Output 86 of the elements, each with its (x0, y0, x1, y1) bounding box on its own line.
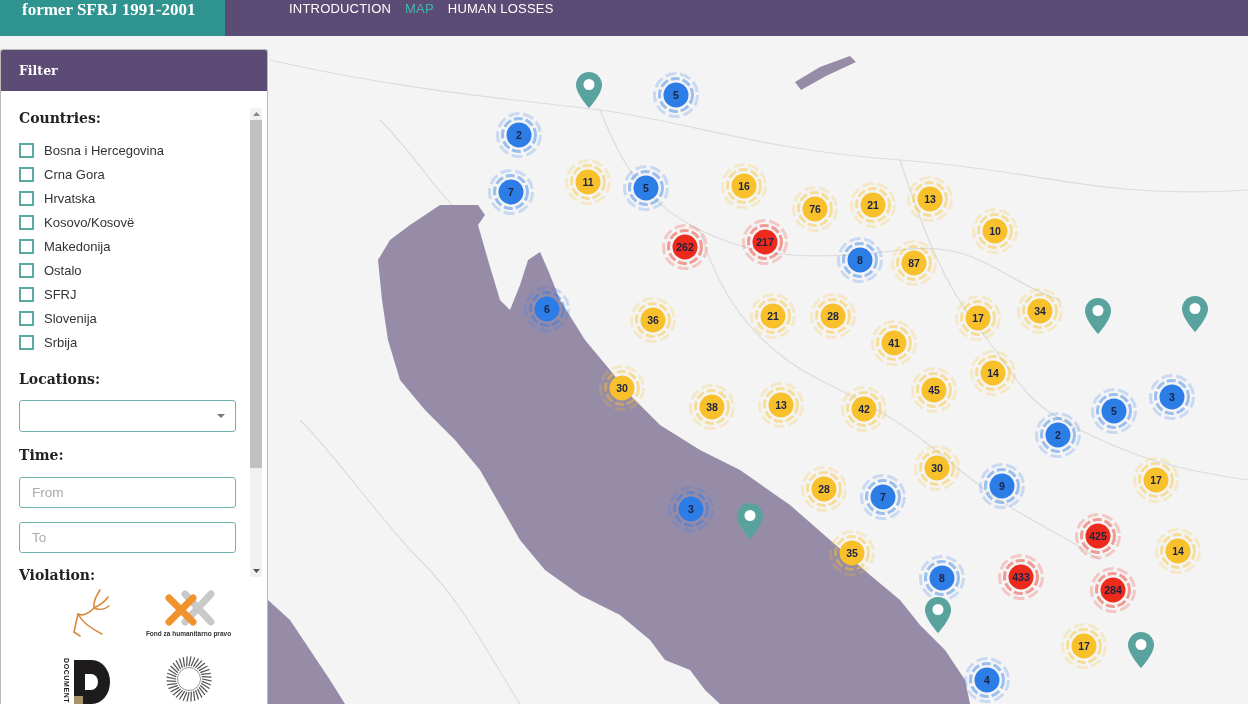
cluster-marker[interactable]: 5 (1090, 387, 1138, 435)
checkbox-label[interactable]: Srbija (44, 334, 78, 350)
lake-area (795, 56, 856, 90)
cluster-marker[interactable]: 42 (840, 385, 888, 433)
checkbox-label[interactable]: Hrvatska (44, 190, 96, 206)
cluster-marker[interactable]: 16 (720, 162, 768, 210)
cluster-marker[interactable]: 21 (849, 181, 897, 229)
checkbox-label[interactable]: Kosovo/Kosovë (44, 214, 135, 230)
checkbox-label[interactable]: Slovenija (44, 310, 97, 326)
cluster-marker[interactable]: 36 (629, 296, 677, 344)
location-pin-icon[interactable] (1182, 296, 1208, 332)
cluster-marker[interactable]: 2 (495, 111, 543, 159)
cluster-marker[interactable]: 262 (661, 223, 709, 271)
cluster-marker[interactable]: 28 (800, 465, 848, 513)
location-pin-icon[interactable] (925, 597, 951, 633)
checkbox-label[interactable]: Bosna i Hercegovina (44, 142, 164, 158)
date-to-field[interactable]: To (19, 522, 236, 553)
cluster-marker[interactable]: 4 (963, 656, 1011, 704)
cluster-marker[interactable]: 9 (978, 462, 1026, 510)
cluster-marker[interactable]: 13 (906, 175, 954, 223)
cluster-marker[interactable]: 14 (969, 349, 1017, 397)
cluster-marker[interactable]: 21 (749, 292, 797, 340)
location-pin-icon[interactable] (1128, 632, 1154, 668)
cluster-marker[interactable]: 6 (523, 285, 571, 333)
cluster-marker[interactable]: 8 (918, 554, 966, 602)
cluster-marker[interactable]: 217 (741, 218, 789, 266)
section-heading: Countries: (19, 109, 102, 128)
checkbox[interactable] (19, 166, 34, 182)
cluster-marker[interactable]: 45 (910, 366, 958, 414)
scroll-up-icon[interactable] (252, 112, 260, 116)
cluster-marker[interactable]: 10 (971, 207, 1019, 255)
nav-tab[interactable]: HUMAN LOSSES (447, 1, 554, 17)
location-select[interactable] (19, 400, 236, 432)
sunburst-logo-icon (165, 656, 212, 702)
location-pin-icon[interactable] (737, 503, 763, 539)
cluster-marker[interactable]: 14 (1154, 527, 1202, 575)
cluster-marker[interactable]: 17 (1060, 622, 1108, 670)
cluster-marker[interactable]: 30 (913, 444, 961, 492)
cluster-marker[interactable]: 17 (1132, 456, 1180, 504)
cluster-marker[interactable]: 5 (652, 71, 700, 119)
checkbox[interactable] (19, 286, 34, 302)
scroll-down-icon[interactable] (252, 569, 260, 573)
cluster-marker[interactable]: 3 (667, 485, 715, 533)
cluster-marker[interactable]: 76 (791, 185, 839, 233)
cluster-marker[interactable]: 433 (997, 553, 1045, 601)
section-heading: Locations: (19, 370, 102, 389)
section-heading: Violation: (19, 566, 97, 585)
section-heading: Time: (19, 446, 65, 465)
checkbox[interactable] (19, 190, 34, 206)
cluster-marker[interactable]: 38 (688, 383, 736, 431)
date-from-field[interactable]: From (19, 477, 236, 508)
cluster-marker[interactable]: 425 (1074, 512, 1122, 560)
caret-icon (217, 414, 225, 418)
checkbox-label[interactable]: Makedonija (44, 238, 111, 254)
checkbox[interactable] (19, 334, 34, 350)
cluster-marker[interactable]: 17 (954, 294, 1002, 342)
location-pin-icon[interactable] (1085, 298, 1111, 334)
cluster-marker[interactable]: 3 (1148, 373, 1196, 421)
cluster-marker[interactable]: 5 (622, 164, 670, 212)
checkbox[interactable] (19, 238, 34, 254)
cluster-marker[interactable]: 30 (598, 364, 646, 412)
cluster-marker[interactable]: 34 (1016, 287, 1064, 335)
cluster-marker[interactable]: 284 (1089, 566, 1137, 614)
cluster-marker[interactable]: 7 (859, 473, 907, 521)
checkbox[interactable] (19, 310, 34, 326)
cluster-marker[interactable]: 35 (828, 529, 876, 577)
checkbox-label[interactable]: Crna Gora (44, 166, 105, 182)
cluster-marker[interactable]: 8 (836, 236, 884, 284)
cluster-marker[interactable]: 28 (809, 292, 857, 340)
cluster-marker[interactable]: 13 (757, 381, 805, 429)
checkbox-label[interactable]: Ostalo (44, 262, 82, 278)
cluster-marker[interactable]: 41 (870, 319, 918, 367)
checkbox[interactable] (19, 262, 34, 278)
site-title[interactable]: former SFRJ 1991-2001 (0, 0, 225, 36)
nav-tab[interactable]: INTRODUCTION (289, 1, 392, 17)
panel-header: Filter (1, 50, 267, 91)
checkbox[interactable] (19, 214, 34, 230)
scrollbar[interactable] (250, 108, 262, 577)
checkbox-label[interactable]: SFRJ (44, 286, 77, 302)
cluster-marker[interactable]: 87 (890, 239, 938, 287)
checkbox[interactable] (19, 142, 34, 158)
cluster-marker[interactable]: 11 (564, 158, 612, 206)
cluster-marker[interactable]: 7 (487, 168, 535, 216)
scrollbar-thumb[interactable] (250, 120, 262, 468)
location-pin-icon[interactable] (576, 72, 602, 108)
cluster-marker[interactable]: 2 (1034, 411, 1082, 459)
